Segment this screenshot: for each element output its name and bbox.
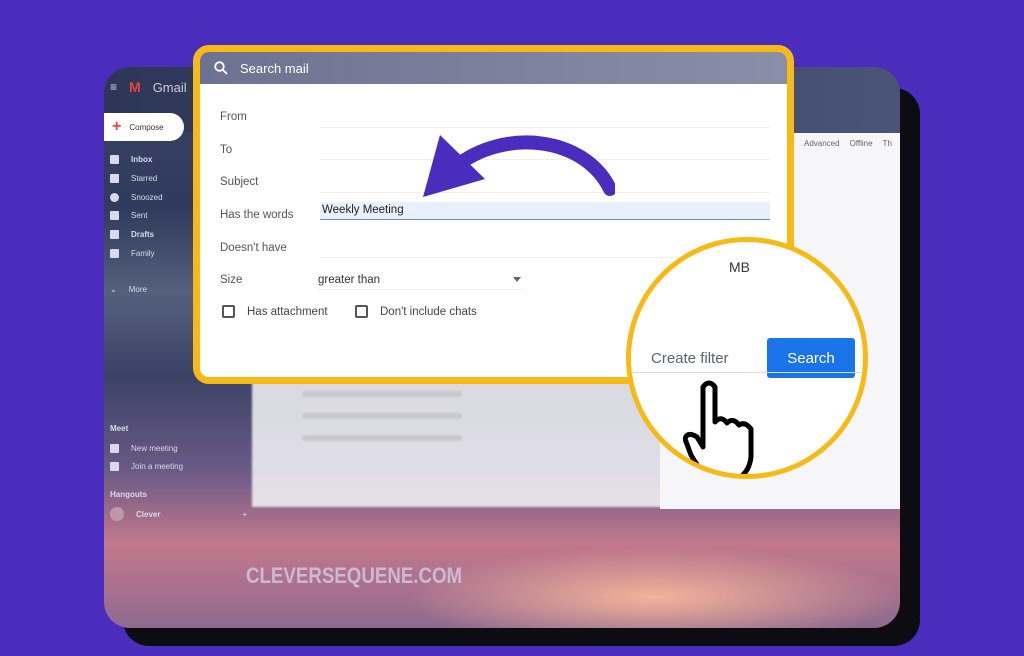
nav-label: Family xyxy=(131,249,155,258)
sidebar-item-inbox[interactable]: Inbox xyxy=(110,155,152,164)
dont-include-chats-checkbox[interactable]: Don't include chats xyxy=(355,305,477,318)
has-attachment-checkbox[interactable]: Has attachment xyxy=(222,305,328,318)
header-row: ≡ M Gmail xyxy=(110,79,187,95)
star-icon xyxy=(110,174,119,183)
add-icon[interactable]: + xyxy=(242,510,247,519)
inbox-icon xyxy=(110,155,119,164)
meet-heading: Meet xyxy=(110,424,129,433)
gmail-logo-icon: M xyxy=(129,79,141,95)
send-icon xyxy=(110,211,119,220)
draft-icon xyxy=(110,230,119,239)
avatar xyxy=(110,507,124,521)
compose-button[interactable]: + Compose xyxy=(104,113,184,141)
hangouts-heading: Hangouts xyxy=(110,490,147,499)
sidebar-item-more[interactable]: ⌄ More xyxy=(110,285,147,294)
sidebar-item-sent[interactable]: Sent xyxy=(110,211,147,220)
top-tabs: Advanced Offline Th xyxy=(804,139,892,148)
to-label: To xyxy=(220,144,233,156)
plus-icon: + xyxy=(112,118,122,135)
compose-label: Compose xyxy=(129,122,164,132)
search-bar[interactable]: Search mail xyxy=(200,52,787,84)
join-meeting-label: Join a meeting xyxy=(131,462,184,471)
sidebar-item-drafts[interactable]: Drafts xyxy=(110,230,154,239)
subject-label: Subject xyxy=(220,176,259,188)
tab-other[interactable]: Th xyxy=(883,139,892,148)
gmail-title: Gmail xyxy=(152,79,187,95)
search-placeholder: Search mail xyxy=(240,60,309,76)
chevron-down-icon: ⌄ xyxy=(110,285,117,294)
tab-offline[interactable]: Offline xyxy=(850,139,873,148)
clock-icon xyxy=(110,193,119,202)
sidebar-item-starred[interactable]: Starred xyxy=(110,174,157,183)
nav-label: Sent xyxy=(131,211,148,220)
nav-label: Inbox xyxy=(131,155,153,164)
new-meeting-label: New meeting xyxy=(131,444,178,453)
size-option: greater than xyxy=(318,274,381,286)
size-label: Size xyxy=(220,274,243,286)
keyboard-icon xyxy=(110,462,119,471)
checkbox-icon xyxy=(222,305,235,318)
dont-include-chats-label: Don't include chats xyxy=(380,305,477,318)
nav-label: Drafts xyxy=(131,230,155,239)
doesnt-have-label: Doesn't have xyxy=(220,242,287,254)
nav-label: More xyxy=(128,285,147,294)
has-attachment-label: Has attachment xyxy=(247,305,328,318)
size-select[interactable]: greater than xyxy=(318,274,523,290)
watermark: CLEVERSEQUENE.COM xyxy=(246,563,463,588)
tab-advanced[interactable]: Advanced xyxy=(804,139,840,148)
video-icon xyxy=(110,444,119,453)
size-unit: MB xyxy=(729,259,750,275)
has-words-label: Has the words xyxy=(220,209,294,221)
nav-label: Snoozed xyxy=(131,193,163,202)
checkbox-icon xyxy=(355,305,368,318)
curved-arrow-icon xyxy=(423,135,615,197)
menu-icon[interactable]: ≡ xyxy=(110,80,117,94)
sidebar-item-family[interactable]: Family xyxy=(110,249,155,258)
join-meeting-item[interactable]: Join a meeting xyxy=(110,462,183,471)
zoom-callout: MB Create filter Search xyxy=(626,237,868,479)
nav-label: Starred xyxy=(131,174,158,183)
hangouts-user[interactable]: Clever + xyxy=(110,507,247,521)
from-label: From xyxy=(220,111,247,123)
search-icon xyxy=(214,61,228,75)
hand-pointer-icon xyxy=(683,380,754,474)
user-name: Clever xyxy=(136,509,161,519)
dropdown-arrow-icon xyxy=(513,277,521,286)
new-meeting-item[interactable]: New meeting xyxy=(110,444,178,453)
create-filter-button[interactable]: Create filter xyxy=(651,350,729,367)
label-icon xyxy=(110,249,119,258)
sidebar-item-snoozed[interactable]: Snoozed xyxy=(110,193,163,202)
